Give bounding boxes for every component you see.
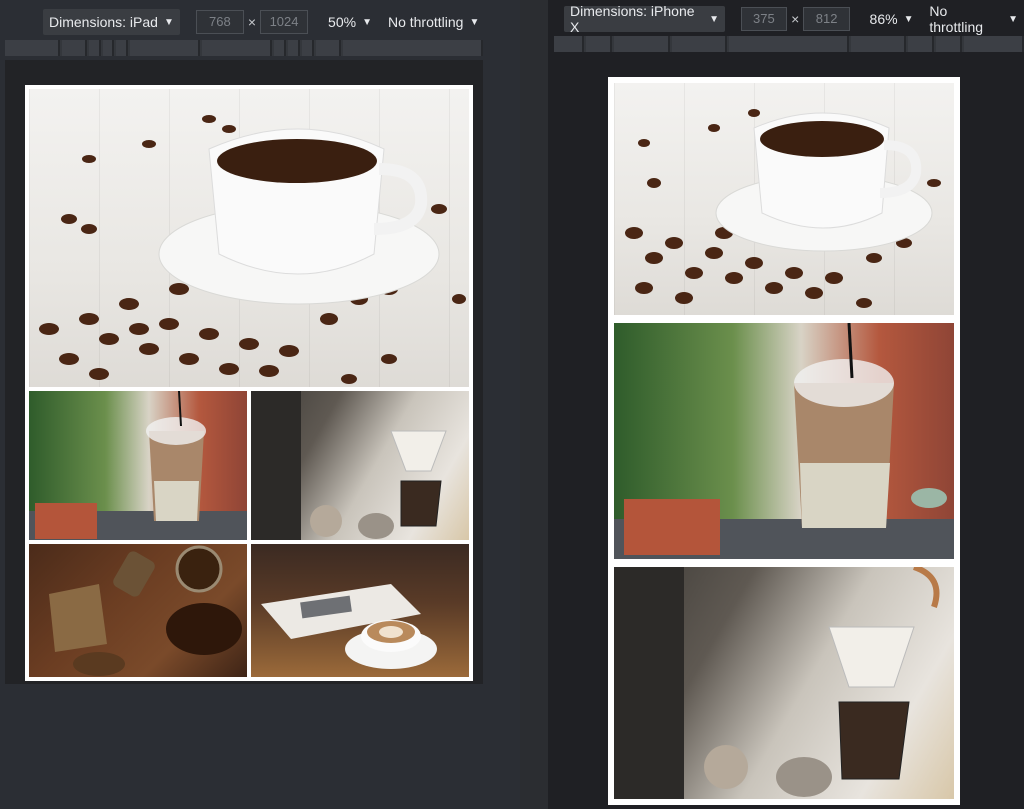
dimension-separator: × [247, 14, 257, 30]
chevron-down-icon: ▼ [362, 16, 372, 28]
ipad-device-toolbar: Dimensions: iPad ▼ 768 × 1024 50% ▼ No t… [43, 8, 485, 36]
pour-over-photo [251, 391, 469, 540]
iphone-media-query-ruler[interactable] [554, 36, 1024, 52]
iphone-gallery-page [608, 77, 960, 805]
iphone-device-toolbar: Dimensions: iPhone X ▼ 375 × 812 86% ▼ N… [564, 3, 1024, 35]
iced-coffee-photo [29, 391, 247, 540]
ipad-throttling-label: No throttling [387, 14, 464, 30]
coffee-cup-photo [29, 89, 469, 387]
ipad-throttling-dropdown[interactable]: No throttling ▼ [382, 9, 485, 35]
ipad-dimensions-dropdown[interactable]: Dimensions: iPad ▼ [43, 9, 180, 35]
coffee-cup-photo [614, 83, 954, 315]
ipad-zoom-label: 50% [328, 14, 357, 30]
chevron-down-icon: ▼ [469, 16, 480, 28]
ipad-gallery-page [25, 85, 473, 681]
pour-over-photo [614, 567, 954, 799]
chevron-down-icon: ▼ [903, 13, 914, 25]
ipad-media-query-ruler[interactable] [5, 40, 484, 56]
coffee-grinder-photo [29, 544, 247, 677]
ipad-width-input[interactable]: 768 [195, 10, 244, 34]
iphone-device-panel: Dimensions: iPhone X ▼ 375 × 812 86% ▼ N… [548, 0, 1024, 809]
newspaper-latte-photo [251, 544, 469, 677]
iced-coffee-photo [614, 323, 954, 559]
dimension-separator: × [791, 11, 800, 27]
ipad-device-panel: Dimensions: iPad ▼ 768 × 1024 50% ▼ No t… [0, 0, 520, 809]
chevron-down-icon: ▼ [163, 16, 174, 28]
iphone-dimensions-dropdown[interactable]: Dimensions: iPhone X ▼ [564, 3, 726, 35]
chevron-down-icon: ▼ [1008, 13, 1018, 25]
iphone-zoom-dropdown[interactable]: 86% ▼ [864, 6, 920, 32]
ipad-dimensions-label: Dimensions: iPad [49, 14, 158, 30]
chevron-down-icon: ▼ [709, 13, 720, 25]
ipad-height-input[interactable]: 1024 [260, 10, 309, 34]
iphone-zoom-label: 86% [869, 11, 898, 27]
iphone-throttling-dropdown[interactable]: No throttling ▼ [923, 3, 1024, 35]
iphone-throttling-label: No throttling [929, 3, 984, 35]
iphone-width-input[interactable]: 375 [740, 7, 788, 31]
iphone-height-input[interactable]: 812 [803, 7, 850, 31]
ipad-zoom-dropdown[interactable]: 50% ▼ [322, 9, 378, 35]
iphone-dimensions-label: Dimensions: iPhone X [570, 3, 695, 35]
